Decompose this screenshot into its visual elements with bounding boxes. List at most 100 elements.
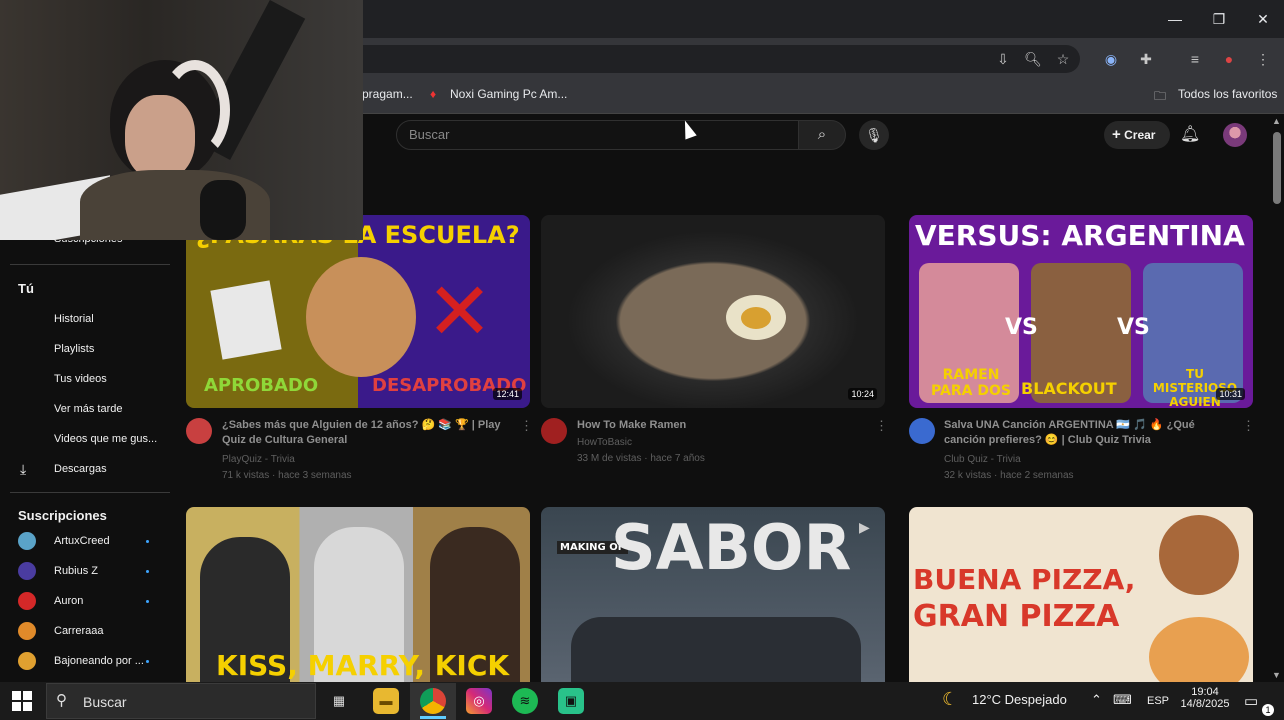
thumbnail-text: VS — [1005, 315, 1038, 340]
new-content-dot — [146, 660, 149, 663]
spotify-icon[interactable]: ≋ — [512, 688, 538, 714]
channel-avatar[interactable] — [186, 418, 212, 444]
bookmark-favicon-icon: ♦ — [430, 87, 437, 101]
more-options-icon[interactable]: ⋮ — [520, 418, 533, 434]
video-title-line: Quiz de Cultura General — [222, 434, 348, 446]
channel-avatar — [18, 622, 36, 640]
notifications-bell-icon[interactable]: 🔔︎ — [1180, 124, 1200, 144]
video-duration: 12:41 — [493, 388, 522, 400]
thumbnail-text: RAMEN PARA DOS — [931, 367, 1011, 399]
task-view-icon[interactable]: ▦ — [326, 688, 352, 714]
clock-date: 14/8/2025 — [1180, 698, 1230, 710]
scrollbar-thumb[interactable] — [1273, 132, 1281, 204]
extensions-puzzle-icon[interactable]: ✚ — [1135, 48, 1157, 70]
sidebar-item-your-videos[interactable]: Tus videos — [54, 373, 107, 385]
file-explorer-icon[interactable]: ▬ — [373, 688, 399, 714]
weather-status[interactable]: 12°C Despejado — [972, 692, 1067, 707]
sidebar-item-watch-later[interactable]: Ver más tarde — [54, 403, 122, 415]
sidebar-sub-carreraaa[interactable]: Carreraaa — [54, 625, 104, 637]
channel-avatar[interactable] — [909, 418, 935, 444]
taskbar-search-label: Buscar — [83, 694, 127, 710]
video-thumbnail[interactable]: KISS, MARRY, KICK — [186, 507, 530, 682]
channel-name[interactable]: PlayQuiz - Trivia — [222, 454, 295, 465]
profile-icon[interactable]: ● — [1218, 48, 1240, 70]
search-input[interactable] — [396, 120, 800, 150]
sidebar-item-history[interactable]: Historial — [54, 313, 94, 325]
channel-avatar — [18, 652, 36, 670]
keyboard-icon[interactable]: ⌨ — [1113, 692, 1132, 708]
whatsapp-icon[interactable]: ▣ — [558, 688, 584, 714]
webcam-overlay — [0, 0, 363, 240]
sidebar-heading-you[interactable]: Tú — [18, 281, 34, 296]
weather-moon-icon[interactable]: ☾ — [942, 689, 958, 710]
channel-avatar — [18, 562, 36, 580]
clock-time: 19:04 — [1191, 686, 1219, 698]
video-thumbnail[interactable]: 10:24 — [541, 215, 885, 408]
channel-avatar[interactable] — [541, 418, 567, 444]
close-icon[interactable]: ✕ — [1248, 6, 1278, 32]
thumbnail-text: APROBADO — [204, 375, 319, 396]
media-control-icon[interactable]: ≡ — [1184, 48, 1206, 70]
scroll-up-icon[interactable]: ▲ — [1272, 116, 1281, 126]
clock[interactable]: 19:04 14/8/2025 — [1180, 686, 1230, 710]
language-indicator[interactable]: ESP — [1147, 695, 1169, 707]
pizza-illustration — [1149, 617, 1249, 682]
notification-count-badge: 1 — [1262, 704, 1274, 716]
extension-circle-icon[interactable]: ◉ — [1100, 48, 1122, 70]
video-title[interactable]: ¿Sabes más que Alguien de 12 años? 🤔 📚 🏆… — [222, 418, 522, 448]
active-indicator — [420, 716, 446, 719]
sidebar-sub-bajoneando[interactable]: Bajoneando por ... — [54, 655, 144, 667]
sidebar-sub-artuxcreed[interactable]: ArtuxCreed — [54, 535, 110, 547]
bookmark-item[interactable]: pragam... — [362, 87, 413, 101]
sidebar-item-playlists[interactable]: Playlists — [54, 343, 94, 355]
new-content-dot — [146, 540, 149, 543]
sidebar-heading-subscriptions: Suscripciones — [18, 508, 107, 523]
zoom-icon[interactable]: 🔍︎ — [1022, 48, 1044, 70]
scroll-down-icon[interactable]: ▼ — [1272, 670, 1281, 680]
video-thumbnail[interactable]: MAKING OF SABOR ▶ — [541, 507, 885, 682]
video-title[interactable]: Salva UNA Canción ARGENTINA 🇦🇷 🎵 🔥 ¿Qué c… — [944, 418, 1244, 448]
video-title[interactable]: How To Make Ramen — [577, 418, 877, 433]
channel-name[interactable]: HowToBasic — [577, 437, 632, 448]
create-button[interactable]: + Crear — [1104, 121, 1170, 149]
all-bookmarks-link[interactable]: Todos los favoritos — [1178, 87, 1277, 101]
paper-illustration — [210, 280, 282, 360]
address-bar[interactable] — [340, 45, 1080, 73]
video-stats: 32 k vistas · hace 2 semanas — [944, 470, 1074, 481]
avatar[interactable] — [1223, 123, 1247, 147]
new-content-dot — [146, 570, 149, 573]
cartoon-face — [306, 257, 416, 377]
more-options-icon[interactable]: ⋮ — [875, 418, 888, 434]
thumbnail-text: SABOR — [611, 511, 852, 584]
microphone-icon[interactable]: 🎙︎ — [859, 120, 889, 150]
create-label: Crear — [1124, 128, 1156, 142]
character-illustration — [1159, 515, 1239, 595]
thumbnail-text: KISS, MARRY, KICK — [216, 649, 510, 682]
chrome-icon[interactable] — [420, 688, 446, 714]
search-placeholder: Buscar — [409, 127, 450, 142]
sidebar-item-downloads[interactable]: Descargas — [54, 463, 107, 475]
menu-kebab-icon[interactable]: ⋮ — [1252, 48, 1274, 70]
minimize-icon[interactable]: — — [1160, 6, 1190, 32]
channel-name[interactable]: Club Quiz - Trivia — [944, 454, 1021, 465]
sidebar-item-liked-videos[interactable]: Videos que me gus... — [54, 433, 157, 445]
instagram-icon[interactable]: ◎ — [466, 688, 492, 714]
more-options-icon[interactable]: ⋮ — [1242, 418, 1255, 434]
thumbnail-text: GRAN PIZZA — [913, 599, 1120, 634]
video-thumbnail[interactable]: ¿PASARÁS LA ESCUELA? ✕ APROBADO DESAPROB… — [186, 215, 530, 408]
video-thumbnail[interactable]: VERSUS: ARGENTINA VS VS RAMEN PARA DOS B… — [909, 215, 1253, 408]
windows-start-icon[interactable] — [12, 691, 32, 711]
install-app-icon[interactable]: ⇩ — [992, 48, 1014, 70]
show-hidden-icons-icon[interactable]: ⌃ — [1091, 692, 1102, 708]
restore-icon[interactable]: ❐ — [1204, 6, 1234, 32]
sidebar-sub-rubius[interactable]: Rubius Z — [54, 565, 98, 577]
bookmark-star-icon[interactable]: ☆ — [1052, 48, 1074, 70]
sidebar-sub-auron[interactable]: Auron — [54, 595, 83, 607]
bookmark-item[interactable]: Noxi Gaming Pc Am... — [450, 87, 567, 101]
channel-avatar — [18, 532, 36, 550]
notification-icon[interactable]: ▭ — [1244, 692, 1258, 710]
thumbnail-text: BLACKOUT — [1021, 379, 1117, 398]
people-group-illustration — [571, 617, 861, 682]
video-thumbnail[interactable]: BUENA PIZZA, GRAN PIZZA — [909, 507, 1253, 682]
search-icon[interactable]: ⌕ — [798, 120, 846, 150]
